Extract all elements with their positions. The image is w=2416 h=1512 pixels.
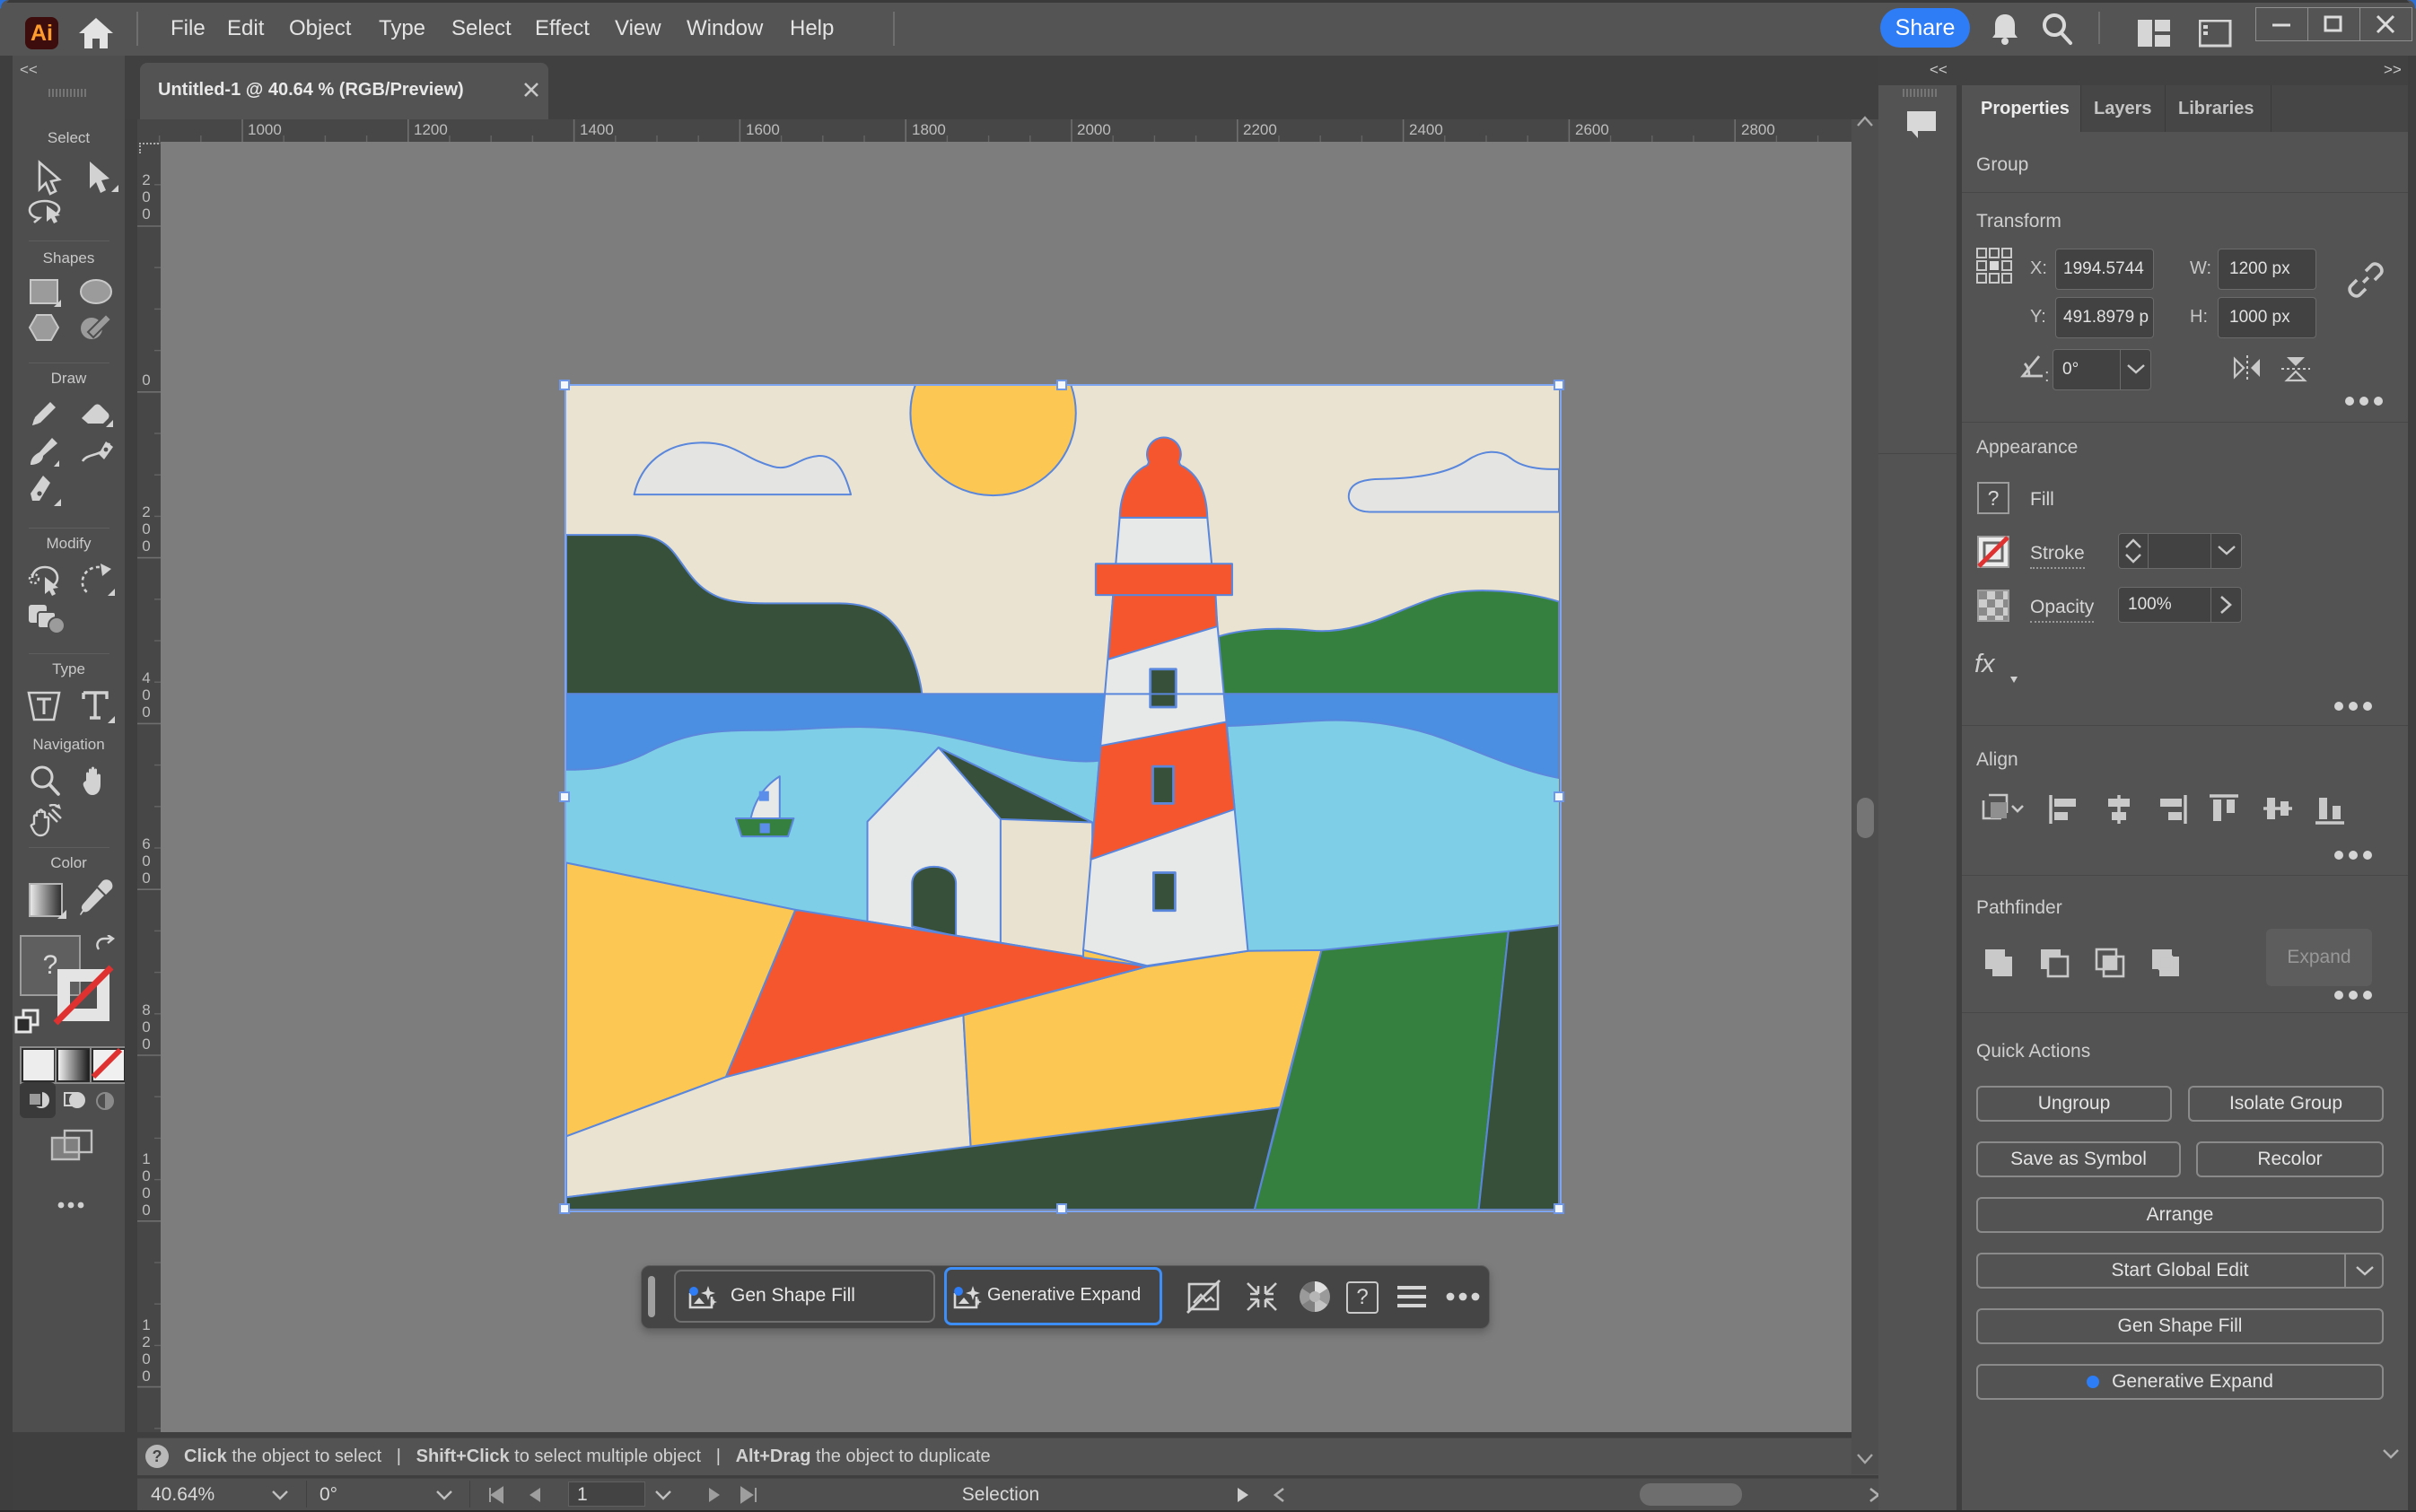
svg-text:?: ? (153, 1447, 162, 1465)
svg-text::: : (2044, 366, 2048, 385)
